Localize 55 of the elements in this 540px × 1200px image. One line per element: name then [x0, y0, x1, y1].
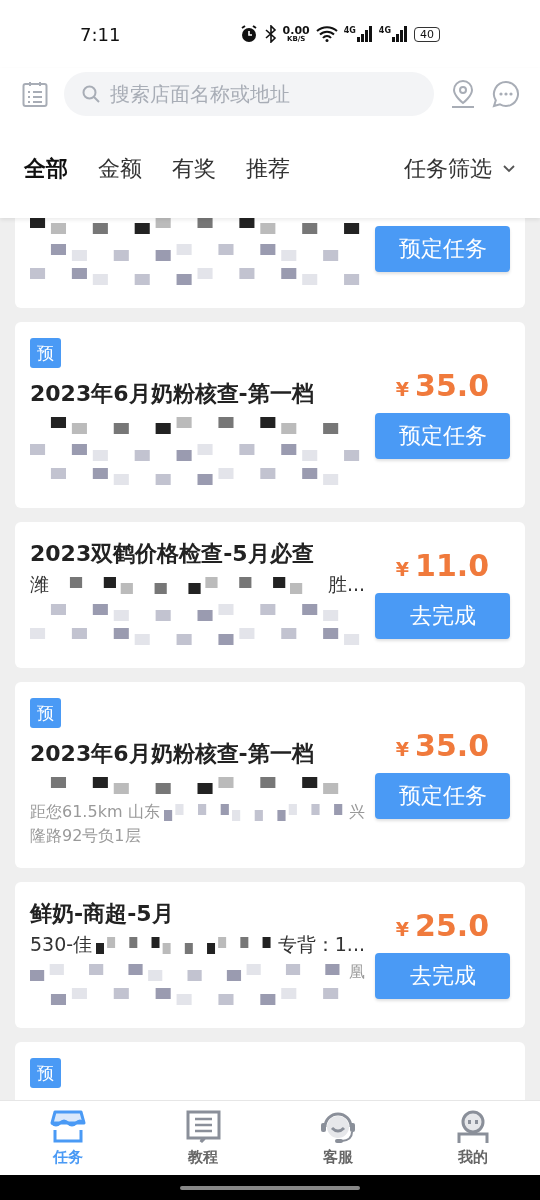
task-title: 2023年6月奶粉核查-第一档 — [30, 380, 315, 408]
task-action-button[interactable]: 预定任务 — [375, 226, 510, 272]
search-icon — [82, 85, 100, 103]
chevron-down-icon — [502, 164, 516, 174]
nav-tab[interactable]: 我的 — [405, 1101, 540, 1175]
task-action-button[interactable]: 去完成 — [375, 592, 510, 639]
nav-tab[interactable]: 客服 — [270, 1101, 405, 1175]
task-action-button[interactable]: 去完成 — [375, 952, 510, 999]
presale-badge: 预 — [30, 1058, 61, 1088]
store-address: 距您61.5km 山东 — [30, 801, 160, 823]
store-name: 专背：1... — [277, 932, 365, 957]
store-address: 隆路92号负1层 — [30, 825, 141, 847]
message-icon[interactable] — [492, 80, 520, 108]
network-speed: 0.00 — [282, 25, 310, 36]
store-address: 兴 — [349, 801, 365, 823]
currency-symbol: ¥ — [395, 377, 410, 400]
clock-time: 7:11 — [80, 23, 122, 45]
home-indicator[interactable] — [180, 1185, 360, 1190]
store-icon — [49, 1109, 86, 1144]
currency-symbol: ¥ — [395, 917, 410, 940]
location-pin-icon[interactable] — [450, 79, 476, 109]
task-price: 25.0 — [415, 907, 490, 943]
store-name: 潍 — [30, 572, 49, 597]
currency-symbol: ¥ — [395, 737, 410, 760]
clipboard-icon[interactable] — [22, 80, 48, 108]
task-title: 2023年6月奶粉核查-第一档 — [30, 740, 315, 768]
task-title: 2023双鹤价格检查-5月必查 — [30, 540, 315, 568]
signal-icon — [356, 26, 373, 42]
store-name: 530-佳 — [30, 932, 93, 957]
wifi-icon — [315, 26, 338, 42]
network-type: 4G — [378, 26, 391, 35]
signal-icon — [392, 26, 408, 42]
store-address: 凰 — [349, 961, 365, 983]
currency-symbol: ¥ — [395, 557, 410, 580]
task-action-button[interactable]: 预定任务 — [375, 772, 510, 819]
store-name: 胜... — [327, 572, 365, 597]
battery-level: 40 — [414, 26, 440, 42]
filter-tab[interactable]: 有奖 — [172, 154, 216, 184]
filter-tab[interactable]: 金额 — [98, 154, 142, 184]
filter-tab[interactable]: 全部 — [24, 154, 68, 184]
task-title: 鲜奶-商超-5月 — [30, 900, 175, 928]
task-action-button[interactable]: 预定任务 — [375, 412, 510, 459]
network-type: 4G — [343, 26, 356, 35]
bluetooth-icon — [264, 25, 277, 43]
task-price: 35.0 — [415, 367, 490, 403]
presale-badge: 预 — [30, 338, 61, 368]
nav-tab[interactable]: 任务 — [0, 1101, 135, 1175]
filter-tab[interactable]: 推荐 — [246, 154, 290, 184]
task-price: 35.0 — [415, 727, 490, 763]
document-icon — [184, 1109, 221, 1144]
search-field[interactable]: 搜索店面名称或地址 — [64, 72, 434, 116]
presale-badge: 预 — [30, 698, 61, 728]
filter-dropdown[interactable]: 任务筛选 — [404, 154, 516, 184]
task-price: 11.0 — [415, 547, 490, 583]
nav-tab[interactable]: 教程 — [135, 1101, 270, 1175]
